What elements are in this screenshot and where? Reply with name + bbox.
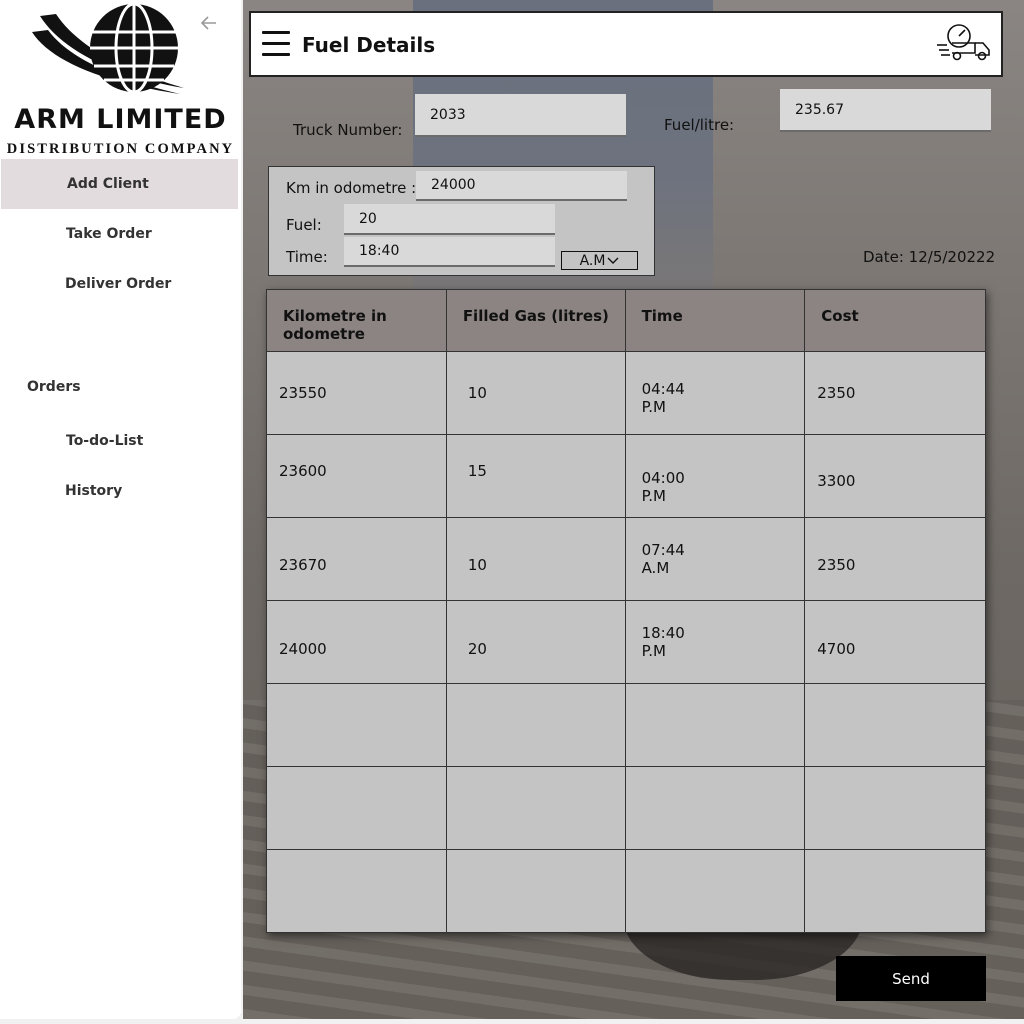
- am-pm-select[interactable]: A.M: [561, 251, 638, 270]
- table-cell: 23550: [266, 351, 447, 435]
- table-cell: 10: [445, 351, 626, 435]
- fuel-history-table: Kilometre in odometre Filled Gas (litres…: [266, 289, 986, 933]
- table-cell: [266, 766, 447, 850]
- table-cell: 07:44 A.M: [624, 517, 806, 601]
- table-cell: 24000: [266, 600, 447, 684]
- sidebar-item-label: Deliver Order: [65, 276, 172, 292]
- fuel-label: Fuel:: [286, 216, 322, 234]
- column-header-filled-gas: Filled Gas (litres): [445, 289, 626, 352]
- sidebar-item-history[interactable]: History: [0, 466, 241, 516]
- hamburger-menu-icon[interactable]: [262, 31, 292, 59]
- table-cell: 23670: [266, 517, 447, 601]
- truck-number-label: Truck Number:: [293, 121, 403, 139]
- table-cell: 4700: [804, 600, 986, 684]
- date-text: Date: 12/5/20222: [863, 248, 996, 266]
- am-pm-value: A.M: [579, 252, 606, 269]
- fuel-input[interactable]: [344, 204, 555, 235]
- table-cell: [624, 766, 806, 850]
- table-cell: 04:00 P.M: [624, 434, 806, 518]
- fuel-truck-gauge-icon: [937, 24, 990, 61]
- sidebar-item-label: Take Order: [66, 226, 152, 242]
- time-label: Time:: [286, 248, 328, 266]
- brand-name: ARM LIMITED: [14, 104, 227, 135]
- truck-number-input[interactable]: [415, 94, 626, 137]
- table-cell: [624, 849, 806, 933]
- table-cell: 20: [445, 600, 626, 684]
- sidebar-item-label: To-do-List: [66, 433, 144, 449]
- table-cell: 2350: [804, 517, 986, 601]
- chevron-down-icon: [607, 257, 619, 264]
- page-title: Fuel Details: [302, 33, 436, 57]
- table-row: [266, 766, 986, 850]
- table-row: 23550 10 04:44 P.M 2350: [266, 351, 986, 435]
- table-cell: [804, 849, 986, 933]
- km-odometer-label: Km in odometre :: [286, 179, 417, 197]
- table-row: 23670 10 07:44 A.M 2350: [266, 517, 986, 601]
- km-odometer-input[interactable]: [416, 171, 627, 201]
- table-row: 23600 15 04:00 P.M 3300: [266, 434, 986, 518]
- back-button[interactable]: [197, 11, 221, 35]
- header-bar: Fuel Details: [249, 11, 1003, 77]
- table-cell: [266, 849, 447, 933]
- table-row: [266, 849, 986, 933]
- column-header-cost: Cost: [804, 289, 986, 352]
- column-header-kilometre: Kilometre in odometre: [266, 289, 447, 352]
- brand-subtitle: DISTRIBUTION COMPANY: [6, 141, 235, 157]
- arrow-left-icon: [200, 16, 216, 30]
- column-header-time: Time: [624, 289, 806, 352]
- table-cell: [445, 849, 626, 933]
- fuel-per-litre-input[interactable]: [780, 89, 991, 132]
- sidebar-item-deliver-order[interactable]: Deliver Order: [0, 259, 241, 309]
- table-row: [266, 683, 986, 767]
- table-cell: [266, 683, 447, 767]
- sidebar-item-take-order[interactable]: Take Order: [0, 209, 241, 259]
- table-cell: 2350: [804, 351, 986, 435]
- table-cell: 3300: [804, 434, 986, 518]
- table-cell: 18:40 P.M: [624, 600, 806, 684]
- sidebar-item-add-client[interactable]: Add Client: [1, 159, 238, 209]
- table-row: 24000 20 18:40 P.M 4700: [266, 600, 986, 684]
- sidebar-item-label: History: [65, 483, 123, 499]
- table-cell: 23600: [266, 434, 447, 518]
- table-cell: [804, 766, 986, 850]
- sidebar: ARM LIMITED DISTRIBUTION COMPANY Add Cli…: [0, 0, 241, 1019]
- table-cell: 04:44 P.M: [624, 351, 806, 435]
- sidebar-item-label: Add Client: [67, 176, 149, 192]
- time-input[interactable]: [344, 237, 555, 267]
- table-cell: 10: [445, 517, 626, 601]
- table-header-row: Kilometre in odometre Filled Gas (litres…: [266, 289, 986, 352]
- send-button[interactable]: Send: [836, 956, 986, 1001]
- sidebar-item-to-do-list[interactable]: To-do-List: [0, 416, 241, 466]
- table-cell: [804, 683, 986, 767]
- table-cell: [445, 683, 626, 767]
- table-cell: [445, 766, 626, 850]
- globe-logo-icon: [32, 2, 184, 94]
- fuel-per-litre-label: Fuel/litre:: [664, 116, 735, 134]
- table-cell: [624, 683, 806, 767]
- table-cell: 15: [445, 434, 626, 518]
- sidebar-section-orders: Orders: [27, 379, 81, 395]
